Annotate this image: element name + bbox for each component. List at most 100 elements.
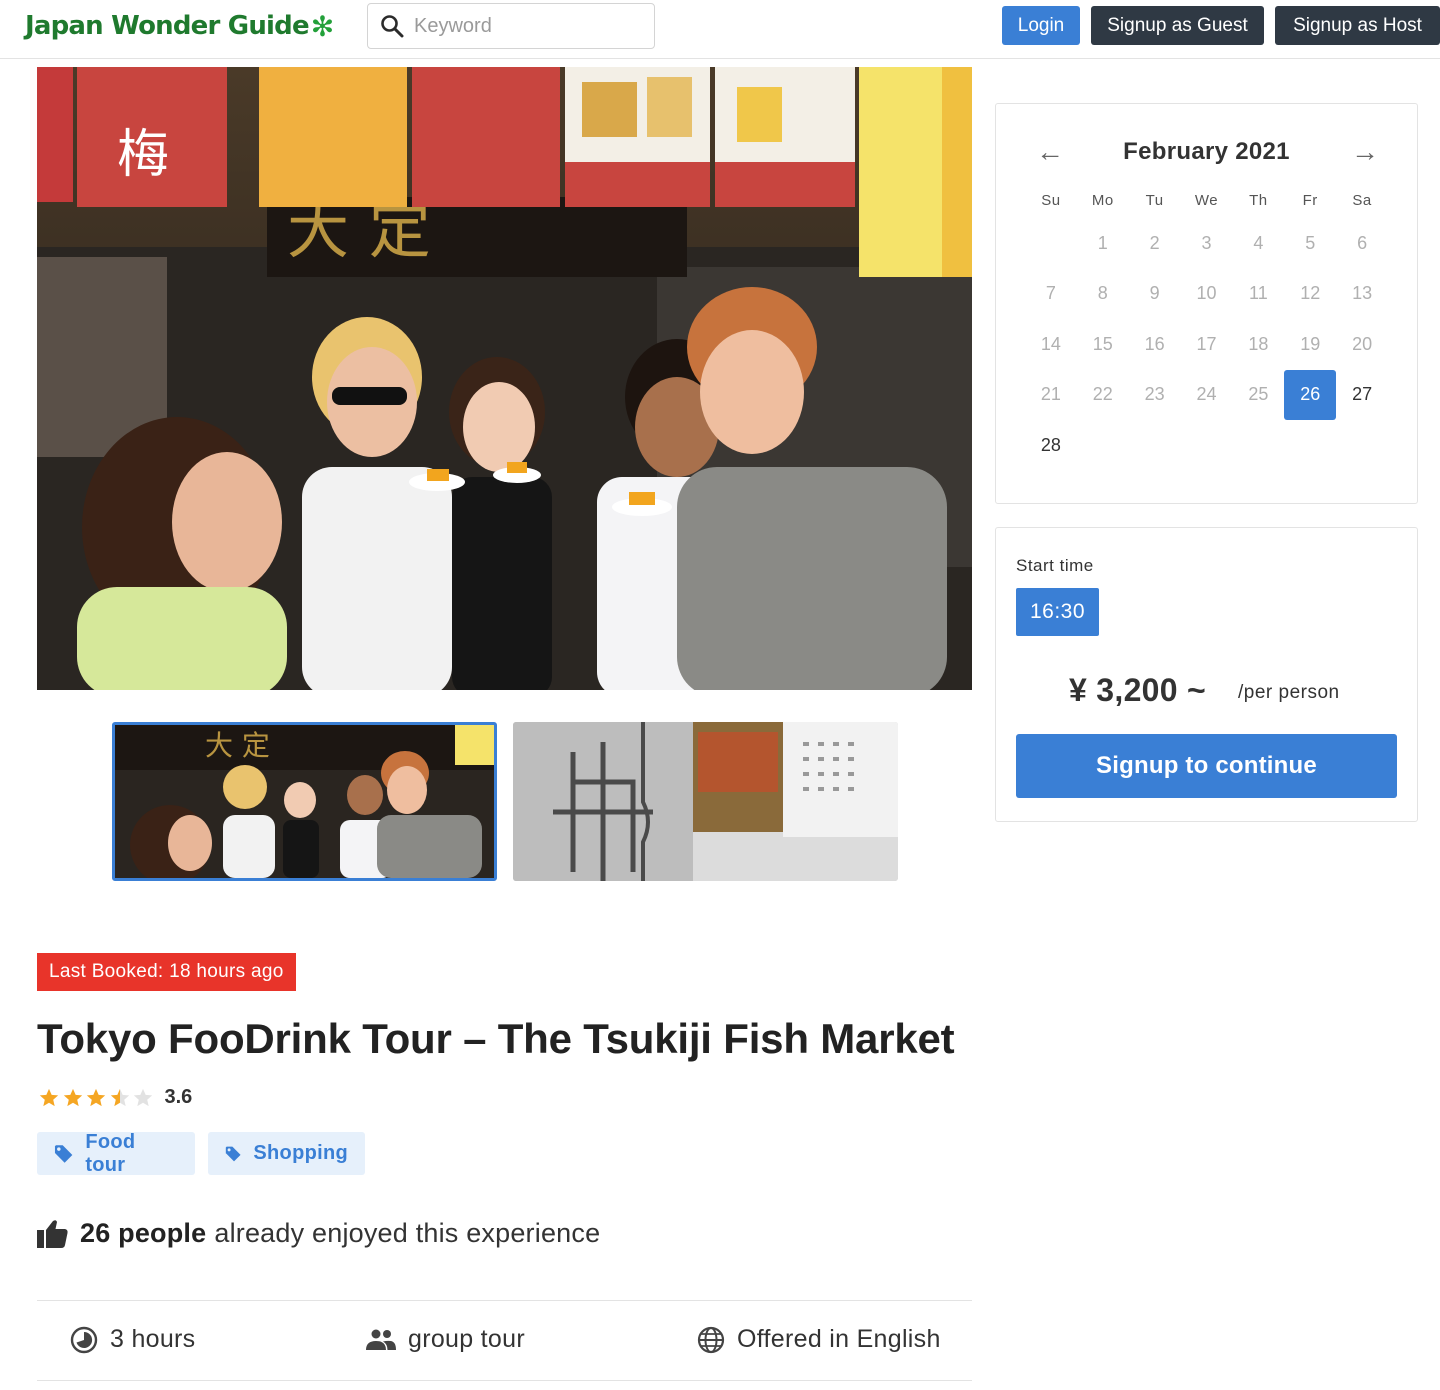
last-booked-badge: Last Booked: 18 hours ago (37, 953, 296, 991)
site-logo[interactable]: Japan Wonder Guide ✻ (25, 8, 334, 44)
calendar-day: 14 (1040, 333, 1061, 354)
search-icon (381, 15, 404, 38)
per-person-label: /per person (1238, 682, 1340, 703)
svg-text:大 定: 大 定 (205, 729, 270, 762)
tag-label: Food tour (85, 1130, 136, 1176)
language-info: Offered in English (697, 1325, 941, 1354)
weekday-label: We (1194, 192, 1219, 209)
tag-shopping[interactable]: Shopping (208, 1132, 365, 1175)
calendar-empty-cell (1336, 420, 1388, 471)
calendar-empty-cell (1284, 420, 1336, 471)
group-info: group tour (366, 1325, 525, 1354)
calendar-day: 7 (1045, 283, 1056, 304)
signup-guest-button[interactable]: Signup as Guest (1091, 6, 1264, 45)
weekday-label: Th (1249, 192, 1268, 209)
duration-label: 3 hours (110, 1325, 196, 1353)
search-box[interactable] (367, 3, 655, 49)
date-picker: ← February 2021 → Su Mo Tu We Th Fr Sa 1… (995, 103, 1418, 504)
star-full-icon (63, 1088, 82, 1106)
calendar-day: 22 (1092, 384, 1113, 405)
calendar-day: 20 (1352, 333, 1373, 354)
weekday-label: Fr (1302, 192, 1318, 209)
language-label: Offered in English (737, 1325, 941, 1353)
calendar-day: 4 (1253, 232, 1264, 253)
tag-icon (225, 1146, 241, 1161)
calendar-weeks: 1 2 3 4 5 6 7 8 9 10 11 12 13 14 15 16 17 18 19 20 21 22 23 24 2… (1025, 218, 1388, 471)
price: ¥ 3,200 ~ (1069, 672, 1207, 708)
calendar-day: 9 (1149, 283, 1160, 304)
weekday-label: Mo (1091, 192, 1114, 209)
calendar-day: 6 (1357, 232, 1368, 253)
calendar-day: 13 (1352, 283, 1373, 304)
tag-food-tour[interactable]: Food tour (37, 1130, 195, 1176)
calendar-day[interactable]: 28 (1025, 420, 1077, 471)
calendar-day-selected[interactable]: 26 (1284, 369, 1337, 420)
star-full-icon (39, 1088, 59, 1106)
gallery-thumbnail[interactable]: 大 定 (112, 722, 497, 881)
calendar-day: 2 (1149, 232, 1160, 253)
calendar-day: 17 (1196, 333, 1217, 354)
calendar-day: 11 (1249, 283, 1268, 304)
star-empty-icon (133, 1088, 153, 1106)
calendar-week: 28 (1025, 420, 1388, 471)
calendar-day: 19 (1300, 333, 1321, 354)
calendar-week: 14 15 16 17 18 19 20 (1025, 319, 1388, 370)
tag-icon (54, 1144, 73, 1163)
signup-to-continue-button[interactable]: Signup to continue (1016, 734, 1397, 798)
weekday-label: Su (1041, 192, 1061, 209)
clock-icon (70, 1326, 98, 1353)
star-half-icon (110, 1088, 129, 1106)
calendar-empty-cell (1129, 420, 1181, 471)
calendar-empty-cell (1232, 420, 1284, 471)
start-time-option[interactable]: 16:30 (1016, 588, 1099, 636)
calendar-week: 7 8 9 10 11 12 13 (1025, 269, 1388, 320)
next-month-arrow-icon[interactable]: → (1351, 136, 1379, 168)
calendar-empty-cell (1077, 420, 1129, 471)
search-input[interactable] (414, 14, 634, 38)
calendar-day[interactable]: 27 (1336, 370, 1388, 421)
calendar-day: 15 (1092, 333, 1113, 354)
tag-label: Shopping (253, 1142, 348, 1164)
enjoyed-count: 26 people (80, 1218, 207, 1248)
calendar-week: 21 22 23 24 25 26 27 (1025, 369, 1388, 421)
enjoyed-count-line: 26 people already enjoyed this experienc… (37, 1218, 600, 1249)
calendar-day: 24 (1196, 384, 1217, 405)
logo-text: Japan Wonder Guide (25, 11, 310, 41)
tour-info-bar: 3 hours group tour Offered in English (37, 1300, 972, 1381)
calendar-day: 16 (1144, 333, 1165, 354)
weekday-header: Su Mo Tu We Th Fr Sa (1025, 192, 1388, 218)
calendar-empty-cell (1181, 420, 1233, 471)
star-rating: 3.6 (38, 1086, 192, 1109)
calendar-day: 18 (1248, 333, 1269, 354)
calendar-day: 21 (1040, 384, 1061, 405)
calendar-day: 10 (1196, 283, 1217, 304)
calendar-week: 1 2 3 4 5 6 (1025, 218, 1388, 269)
rating-value: 3.6 (164, 1086, 193, 1108)
calendar-day: 8 (1097, 283, 1108, 304)
calendar-day: 3 (1201, 232, 1212, 253)
calendar-empty-cell (1025, 218, 1077, 269)
group-icon (366, 1329, 396, 1350)
svg-text:梅: 梅 (117, 125, 169, 185)
globe-icon (697, 1326, 725, 1353)
start-time-label: Start time (1016, 556, 1094, 575)
calendar-day: 23 (1144, 384, 1165, 405)
calendar-day: 5 (1305, 232, 1316, 253)
star-full-icon (86, 1088, 106, 1106)
logo-flower-icon: ✻ (310, 9, 334, 43)
calendar-day: 1 (1097, 232, 1108, 253)
main-tour-photo: 大 定 梅 (37, 67, 972, 690)
top-nav: Japan Wonder Guide✻ Login Signup as Gues… (0, 0, 1440, 59)
booking-panel: Start time 16:30 ¥ 3,200 ~ /per person S… (995, 527, 1418, 822)
tour-title: Tokyo FooDrink Tour – The Tsukiji Fish M… (37, 1015, 955, 1062)
group-label: group tour (408, 1325, 525, 1353)
calendar-day: 25 (1248, 384, 1269, 405)
gallery-thumbnail[interactable] (513, 722, 898, 881)
calendar-grid: Su Mo Tu We Th Fr Sa 1 2 3 4 5 6 7 8 9 10 11 12 13 14… (1025, 192, 1388, 471)
weekday-label: Tu (1145, 192, 1164, 209)
duration-info: 3 hours (70, 1325, 196, 1354)
signup-host-button[interactable]: Signup as Host (1275, 6, 1440, 45)
weekday-label: Sa (1352, 192, 1372, 209)
login-button[interactable]: Login (1002, 6, 1080, 45)
enjoyed-text: already enjoyed this experience (214, 1218, 601, 1248)
